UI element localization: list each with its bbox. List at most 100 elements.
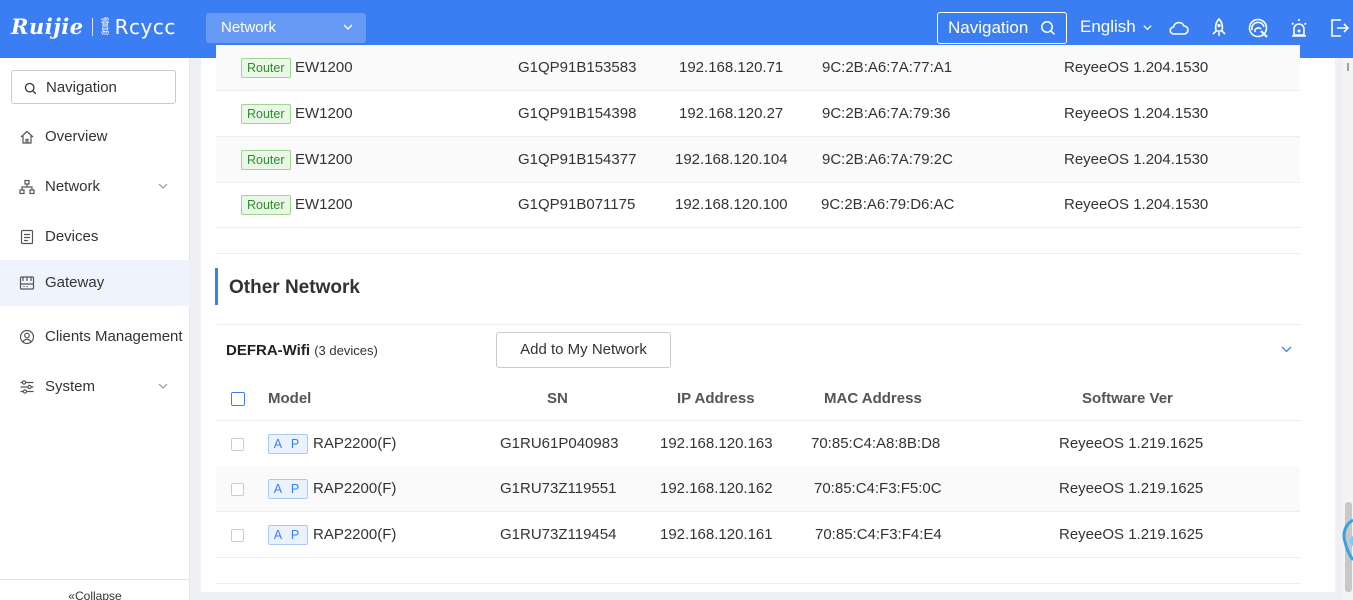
chevron-down-icon[interactable] bbox=[1280, 344, 1293, 354]
network-diagnosis-icon[interactable] bbox=[1247, 17, 1269, 39]
network-icon bbox=[19, 179, 35, 195]
device-type-tag: Router bbox=[241, 195, 291, 215]
sidebar-search-label: Navigation bbox=[46, 79, 117, 96]
device-software: ReyeeOS 1.204.1530 bbox=[1064, 59, 1209, 76]
device-software: ReyeeOS 1.219.1625 bbox=[1059, 435, 1204, 452]
device-ip: 192.168.120.161 bbox=[660, 526, 773, 543]
column-header-mac[interactable]: MAC Address bbox=[824, 376, 922, 421]
sidebar-item-label: Overview bbox=[45, 128, 108, 145]
device-ip: 192.168.120.104 bbox=[675, 151, 788, 168]
device-type-tag: Router bbox=[241, 150, 291, 170]
cloud-icon[interactable] bbox=[1168, 17, 1190, 39]
chevron-down-icon bbox=[158, 183, 168, 189]
divider bbox=[216, 583, 1300, 584]
device-mac: 9C:2B:A6:7A:77:A1 bbox=[822, 59, 953, 76]
device-sn: G1RU73Z119454 bbox=[500, 526, 617, 543]
table-row[interactable]: Router EW1200 G1QP91B154377 192.168.120.… bbox=[216, 137, 1300, 183]
sidebar-item-system[interactable]: System bbox=[0, 364, 190, 410]
brand-small-text: 睿易 bbox=[100, 16, 110, 36]
device-sn: G1RU61P040983 bbox=[500, 435, 619, 452]
scroll-up-arrow-icon[interactable] bbox=[1345, 62, 1351, 72]
brand-logo[interactable]: Ruijie 睿易 Rcycc bbox=[11, 14, 176, 39]
device-mac: 70:85:C4:F3:F4:E4 bbox=[815, 526, 942, 543]
table-row[interactable]: A P RAP2200(F) G1RU73Z119551 192.168.120… bbox=[216, 466, 1300, 512]
language-select[interactable]: English bbox=[1080, 17, 1153, 37]
assistant-bird-icon[interactable] bbox=[1340, 516, 1353, 564]
device-type-tag: A P bbox=[268, 434, 308, 454]
alarm-icon[interactable] bbox=[1288, 17, 1310, 39]
device-sn: G1QP91B154377 bbox=[518, 151, 637, 168]
device-mac: 9C:2B:A6:7A:79:36 bbox=[822, 105, 951, 122]
table-header: Model SN IP Address MAC Address Software… bbox=[216, 376, 1300, 421]
chevron-down-icon bbox=[1143, 24, 1152, 30]
column-header-model[interactable]: Model bbox=[268, 376, 311, 421]
network-select-value: Network bbox=[221, 19, 277, 36]
device-sn: G1QP91B154398 bbox=[518, 105, 637, 122]
brand-reyee: Rcycc bbox=[114, 14, 176, 39]
sidebar-search-input[interactable]: Navigation bbox=[11, 70, 176, 104]
device-type-tag: Router bbox=[241, 104, 291, 124]
devices-icon bbox=[20, 229, 34, 245]
table-row[interactable]: Router EW1200 G1QP91B154398 192.168.120.… bbox=[216, 91, 1300, 137]
chevron-down-icon bbox=[343, 24, 353, 30]
table-row[interactable]: A P RAP2200(F) G1RU73Z119454 192.168.120… bbox=[216, 512, 1300, 558]
language-label: English bbox=[1080, 17, 1136, 36]
table-row[interactable]: Router EW1200 G1QP91B153583 192.168.120.… bbox=[216, 45, 1300, 91]
network-group-count: (3 devices) bbox=[314, 343, 378, 358]
navigation-search-button[interactable]: Navigation bbox=[937, 12, 1067, 44]
sidebar-item-network[interactable]: Network bbox=[0, 164, 190, 210]
sidebar-item-overview[interactable]: Overview bbox=[0, 114, 190, 160]
device-ip: 192.168.120.163 bbox=[660, 435, 773, 452]
device-sn: G1QP91B071175 bbox=[518, 196, 636, 213]
device-model: EW1200 bbox=[295, 196, 353, 213]
device-software: ReyeeOS 1.219.1625 bbox=[1059, 480, 1204, 497]
system-icon bbox=[20, 380, 34, 394]
network-group-label: DEFRA-Wifi bbox=[226, 342, 311, 359]
sidebar: Navigation Overview Network Devices Gate… bbox=[0, 58, 190, 600]
sidebar-item-devices[interactable]: Devices bbox=[0, 214, 190, 260]
device-mac: 9C:2B:A6:7A:79:2C bbox=[822, 151, 953, 168]
device-software: ReyeeOS 1.204.1530 bbox=[1064, 196, 1209, 213]
home-icon bbox=[20, 130, 34, 144]
device-sn: G1RU73Z119551 bbox=[500, 480, 617, 497]
device-mac: 9C:2B:A6:79:D6:AC bbox=[821, 196, 955, 213]
device-mac: 70:85:C4:F3:F5:0C bbox=[814, 480, 942, 497]
table-row[interactable]: A P RAP2200(F) G1RU61P040983 192.168.120… bbox=[216, 421, 1300, 467]
device-software: ReyeeOS 1.204.1530 bbox=[1064, 105, 1209, 122]
device-model: RAP2200(F) bbox=[313, 480, 397, 497]
select-all-checkbox[interactable] bbox=[231, 392, 245, 406]
table-row[interactable]: Router EW1200 G1QP91B071175 192.168.120.… bbox=[216, 182, 1300, 228]
other-network-title: Other Network bbox=[229, 277, 360, 298]
chevron-down-icon bbox=[158, 383, 168, 389]
device-ip: 192.168.120.162 bbox=[660, 480, 773, 497]
rocket-icon[interactable] bbox=[1208, 17, 1230, 39]
section-accent-bar bbox=[215, 268, 218, 305]
navigation-search-label: Navigation bbox=[948, 18, 1029, 37]
gateway-icon bbox=[19, 276, 35, 290]
sidebar-item-label: Devices bbox=[45, 228, 99, 245]
logout-icon[interactable] bbox=[1328, 17, 1350, 39]
sidebar-item-label: Clients Management bbox=[45, 328, 183, 345]
search-icon bbox=[24, 82, 37, 95]
device-model: RAP2200(F) bbox=[313, 435, 397, 452]
sidebar-item-gateway[interactable]: Gateway bbox=[0, 260, 190, 306]
column-header-sn[interactable]: SN bbox=[547, 376, 568, 421]
column-header-software[interactable]: Software Ver bbox=[1082, 376, 1173, 421]
row-checkbox[interactable] bbox=[231, 529, 244, 542]
divider bbox=[216, 324, 1300, 325]
add-to-my-network-button[interactable]: Add to My Network bbox=[496, 332, 671, 368]
row-checkbox[interactable] bbox=[231, 438, 244, 451]
collapse-button[interactable]: «Collapse bbox=[0, 579, 190, 600]
network-select[interactable]: Network bbox=[206, 13, 366, 43]
column-header-ip[interactable]: IP Address bbox=[677, 376, 755, 421]
device-model: EW1200 bbox=[295, 59, 353, 76]
sidebar-item-clients-management[interactable]: Clients Management bbox=[0, 314, 190, 360]
collapse-label: Collapse bbox=[74, 589, 122, 600]
row-checkbox[interactable] bbox=[231, 483, 244, 496]
device-model: RAP2200(F) bbox=[313, 526, 397, 543]
clients-icon bbox=[19, 329, 35, 345]
network-group-name: DEFRA-Wifi (3 devices) bbox=[226, 342, 378, 359]
device-model: EW1200 bbox=[295, 105, 353, 122]
sidebar-item-label: Network bbox=[45, 178, 101, 195]
device-software: ReyeeOS 1.219.1625 bbox=[1059, 526, 1204, 543]
